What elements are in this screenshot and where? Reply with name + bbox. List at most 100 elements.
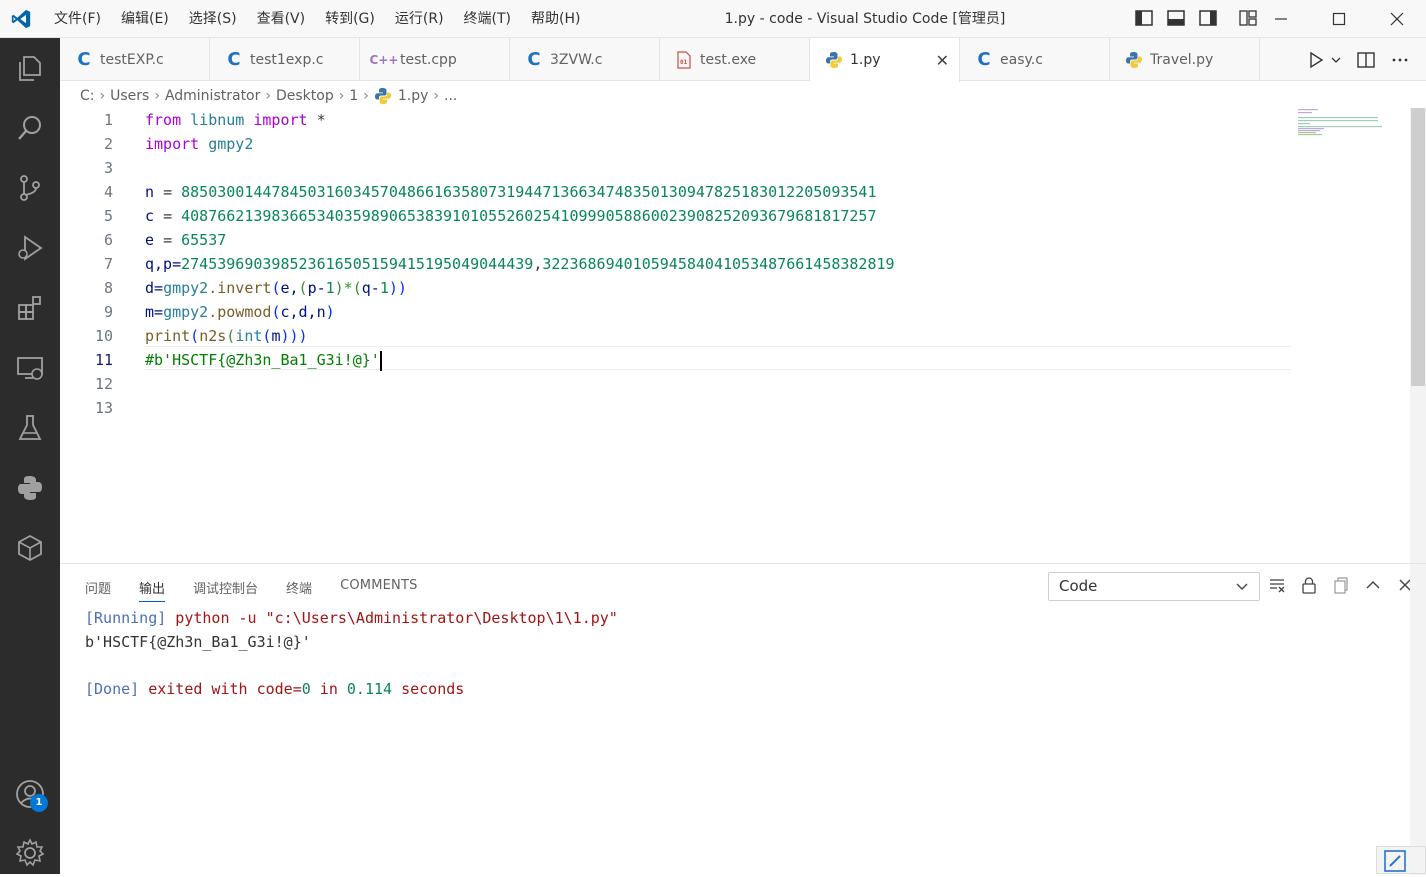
run-play-icon[interactable]: [1306, 50, 1326, 70]
menu-view[interactable]: 查看(V): [247, 0, 316, 38]
tab-1-py[interactable]: 1.py ✕: [810, 38, 960, 82]
menu-help[interactable]: 帮助(H): [521, 0, 590, 38]
menu-go[interactable]: 转到(G): [315, 0, 385, 38]
tab-comments[interactable]: COMMENTS: [340, 578, 417, 602]
tab-problems[interactable]: 问题: [85, 578, 111, 602]
copy-icon[interactable]: [1332, 576, 1350, 594]
window-title: 1.py - code - Visual Studio Code [管理员]: [724, 11, 1006, 27]
line-number: 4: [103, 183, 113, 201]
tab-easy-c[interactable]: C easy.c: [960, 38, 1110, 81]
breadcrumb-users[interactable]: Users: [110, 88, 149, 104]
menu-terminal[interactable]: 终端(T): [454, 0, 521, 38]
split-editor-icon[interactable]: [1356, 50, 1376, 70]
line-number: 7: [103, 255, 113, 273]
token: n: [145, 183, 155, 201]
remote-explorer-button[interactable]: [12, 350, 48, 386]
menu-edit[interactable]: 编辑(E): [111, 0, 179, 38]
chevron-right-icon: ›: [154, 88, 160, 104]
token: 1: [379, 279, 389, 297]
menu-file[interactable]: 文件(F): [44, 0, 111, 38]
tab-test-exe[interactable]: 01 test.exe: [660, 38, 810, 81]
minimize-button[interactable]: [1252, 0, 1310, 38]
floating-tool-widget[interactable]: [1376, 846, 1426, 874]
extensions-icon: [18, 296, 41, 320]
maximize-button[interactable]: [1310, 0, 1368, 38]
elapsed-time: 0.114: [346, 680, 393, 698]
toggle-secondary-sidebar-icon[interactable]: [1198, 8, 1218, 28]
containers-button[interactable]: [12, 530, 48, 566]
tab-test-cpp[interactable]: C++ test.cpp: [360, 38, 510, 81]
source-control-button[interactable]: [12, 170, 48, 206]
output-channel-value: Code: [1059, 577, 1098, 595]
token: 4087662139836653403598906538391010552602…: [181, 207, 877, 225]
done-text: in: [310, 680, 347, 698]
breadcrumb-file[interactable]: 1.py: [398, 88, 429, 104]
chevron-up-icon[interactable]: [1364, 576, 1382, 594]
line-number: 13: [94, 399, 113, 417]
editor-scrollbar-thumb[interactable]: [1411, 108, 1425, 386]
c-file-icon: C: [77, 49, 91, 70]
panel-scrollbar[interactable]: [1410, 564, 1426, 875]
editor-actions: [1306, 38, 1426, 81]
chevron-down-icon: [1235, 573, 1249, 609]
tab-output[interactable]: 输出: [139, 578, 166, 602]
python-file-icon: [374, 87, 392, 105]
extensions-button[interactable]: [12, 290, 48, 326]
breadcrumb-drive[interactable]: C:: [80, 88, 95, 104]
chevron-right-icon: ›: [433, 88, 440, 104]
search-icon: [18, 116, 41, 140]
code-line: 1 from libnum import *: [60, 108, 1290, 132]
menu-selection[interactable]: 选择(S): [179, 0, 247, 38]
tab-terminal[interactable]: 终端: [286, 578, 312, 602]
tab-label: test1exp.c: [250, 51, 324, 68]
code-line: 8 d=gmpy2.invert(e,(p-1)*(q-1)): [60, 276, 1290, 300]
run-debug-button[interactable]: [12, 230, 48, 266]
chevron-down-icon[interactable]: [1330, 50, 1342, 70]
python-view-button[interactable]: [12, 470, 48, 506]
token: .powmod: [208, 303, 272, 321]
binary-file-icon: 01: [674, 50, 694, 69]
token: import: [253, 111, 308, 129]
breadcrumb-folder[interactable]: 1: [349, 88, 358, 104]
code-line: 10 print(n2s(int(m))): [60, 324, 1290, 348]
tab-testexp-c[interactable]: C testEXP.c: [60, 38, 210, 81]
token: q-: [361, 279, 380, 297]
breadcrumb-desktop[interactable]: Desktop: [276, 88, 334, 104]
minimap[interactable]: [1296, 108, 1410, 138]
output-channel-select[interactable]: Code: [1048, 572, 1260, 601]
line-content: #b'HSCTF{@Zh3n_Ba1_G3i!@}': [145, 348, 382, 372]
token: 8850300144784503160345704866163580731944…: [181, 183, 877, 201]
breadcrumb-administrator[interactable]: Administrator: [165, 88, 260, 104]
run-command: python -u "c:\Users\Administrator\Deskto…: [166, 609, 618, 627]
explorer-button[interactable]: [12, 50, 48, 86]
layout-controls: [1134, 8, 1258, 28]
tab-3zvw-c[interactable]: C 3ZVW.c: [510, 38, 660, 81]
accounts-badge: 1: [30, 794, 48, 812]
toggle-primary-sidebar-icon[interactable]: [1134, 8, 1154, 28]
tab-debug-console[interactable]: 调试控制台: [193, 578, 258, 602]
c-file-icon: C: [977, 49, 991, 70]
token: 65537: [181, 231, 227, 249]
close-window-button[interactable]: [1368, 0, 1426, 38]
token: import: [145, 135, 200, 153]
token: .invert: [208, 279, 272, 297]
running-tag: [Running]: [85, 609, 167, 627]
toggle-panel-icon[interactable]: [1166, 8, 1186, 28]
close-tab-icon[interactable]: ✕: [936, 51, 949, 70]
token: e: [145, 231, 155, 249]
testing-button[interactable]: [12, 410, 48, 446]
code-editor[interactable]: 1 from libnum import * 2 import gmpy2 3 …: [60, 108, 1410, 563]
gear-icon: [15, 838, 45, 867]
menu-run[interactable]: 运行(R): [385, 0, 454, 38]
tab-travel-py[interactable]: Travel.py: [1110, 38, 1260, 81]
breadcrumb-symbols[interactable]: ...: [444, 88, 457, 104]
token: 1: [325, 279, 335, 297]
tab-test1exp-c[interactable]: C test1exp.c: [210, 38, 360, 81]
lock-icon[interactable]: [1300, 576, 1318, 594]
manage-button[interactable]: [12, 835, 48, 871]
clear-output-icon[interactable]: [1268, 576, 1286, 594]
python-file-icon: [824, 51, 844, 69]
more-actions-icon[interactable]: [1390, 50, 1410, 70]
python-icon: [18, 476, 42, 500]
search-view-button[interactable]: [12, 110, 48, 146]
